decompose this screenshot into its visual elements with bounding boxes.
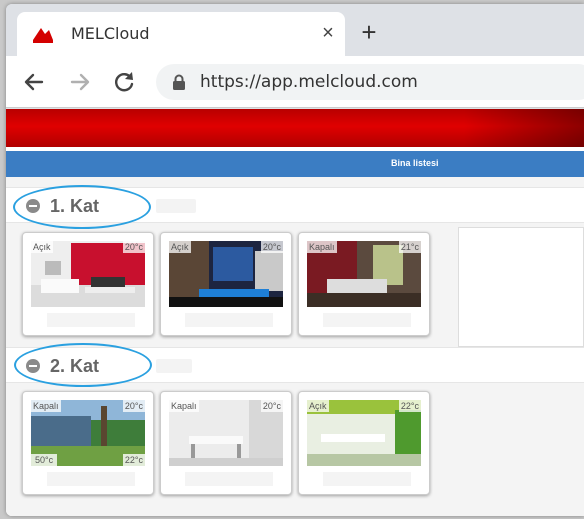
tab-strip: MELCloud × + xyxy=(6,4,584,56)
tab-close-icon[interactable]: × xyxy=(317,22,339,44)
floor-extra-text xyxy=(156,359,192,373)
room-photo: Açık 20°c xyxy=(31,241,145,307)
unit-status: Açık xyxy=(307,400,329,412)
unit-temperature: 20°c xyxy=(122,241,145,253)
unit-setpoint-temperature: 22°c xyxy=(122,454,145,466)
unit-name xyxy=(323,472,411,486)
unit-water-temperature: 50°c xyxy=(31,454,58,466)
room-photo: Kapalı 20°c 50°c 22°c xyxy=(31,400,145,466)
unit-temperature: 22°c xyxy=(398,400,421,412)
back-arrow-icon[interactable] xyxy=(20,68,48,96)
unit-card[interactable]: Açık 22°c xyxy=(298,391,430,495)
unit-temperature: 21°c xyxy=(398,241,421,253)
unit-status: Kapalı xyxy=(31,400,61,412)
building-content: 1. Kat Açık 20°c Açık 20°c Kapalı 21°c 2… xyxy=(6,177,584,516)
unit-name xyxy=(185,472,273,486)
unit-temperature: 20°c xyxy=(260,241,283,253)
room-photo: Açık 20°c xyxy=(169,241,283,307)
tab-title: MELCloud xyxy=(71,24,150,43)
empty-panel xyxy=(458,227,584,347)
room-photo: Kapalı 20°c xyxy=(169,400,283,466)
unit-card[interactable]: Kapalı 21°c xyxy=(298,232,430,336)
unit-temperature: 20°c xyxy=(260,400,283,412)
brand-banner xyxy=(6,109,584,147)
address-bar[interactable]: https://app.melcloud.com xyxy=(156,64,584,100)
highlight-annotation xyxy=(13,185,151,229)
floor-extra-text xyxy=(156,199,196,213)
forward-arrow-icon[interactable] xyxy=(66,68,94,96)
highlight-annotation xyxy=(14,343,152,387)
unit-status: Açık xyxy=(169,241,191,253)
browser-window: MELCloud × + https://app.melcloud.com Bi… xyxy=(6,4,584,516)
unit-name xyxy=(47,313,135,327)
new-tab-button[interactable]: + xyxy=(356,19,382,46)
unit-status: Kapalı xyxy=(169,400,199,412)
reload-icon[interactable] xyxy=(110,68,138,96)
room-photo: Açık 22°c xyxy=(307,400,421,466)
tab-melcloud[interactable]: MELCloud × xyxy=(17,12,345,56)
unit-status: Açık xyxy=(31,241,53,253)
unit-name xyxy=(323,313,411,327)
unit-temperature: 20°c xyxy=(122,400,145,412)
unit-card[interactable]: Kapalı 20°c 50°c 22°c xyxy=(22,391,154,495)
page-viewport: Bina listesi 1. Kat Açık 20°c Açık 20°c … xyxy=(6,109,584,516)
unit-name xyxy=(47,472,135,486)
title-bar: Bina listesi xyxy=(6,151,584,177)
unit-card[interactable]: Açık 20°c xyxy=(22,232,154,336)
melcloud-favicon-icon xyxy=(31,24,55,44)
page-title: Bina listesi xyxy=(391,158,439,168)
unit-card[interactable]: Açık 20°c xyxy=(160,232,292,336)
unit-card[interactable]: Kapalı 20°c xyxy=(160,391,292,495)
lock-icon xyxy=(173,74,185,90)
unit-name xyxy=(185,313,273,327)
url-text: https://app.melcloud.com xyxy=(200,72,418,92)
browser-toolbar: https://app.melcloud.com xyxy=(6,56,584,108)
unit-status: Kapalı xyxy=(307,241,337,253)
room-photo: Kapalı 21°c xyxy=(307,241,421,307)
